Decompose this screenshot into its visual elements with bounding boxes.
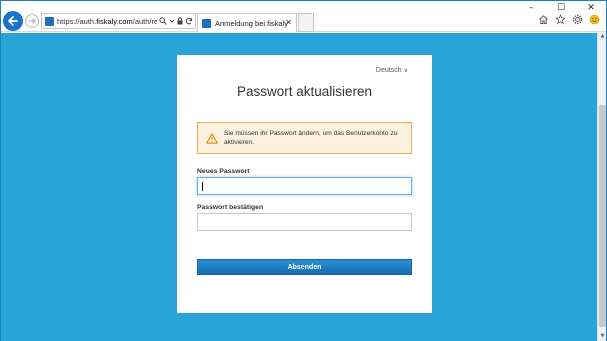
arrow-left-icon xyxy=(8,16,18,26)
new-password-label: Neues Passwort xyxy=(197,168,250,175)
close-tab-icon[interactable]: ✕ xyxy=(285,18,292,27)
scroll-down-icon[interactable]: ▼ xyxy=(598,333,607,341)
warning-alert: Sie müssen ihr Passwort ändern, um das B… xyxy=(197,122,412,154)
home-icon[interactable] xyxy=(538,14,549,25)
smiley-icon[interactable] xyxy=(589,14,600,25)
address-icons xyxy=(159,17,193,25)
text-caret xyxy=(202,182,203,191)
language-selector[interactable]: Deutsch ∨ xyxy=(376,67,408,74)
tab-active[interactable]: Anmeldung bei fiskaly ✕ xyxy=(197,13,297,32)
new-password-field[interactable] xyxy=(197,177,412,195)
address-bar[interactable]: https://auth.fiskaly.com/auth/realms/fis xyxy=(41,13,196,29)
refresh-icon[interactable] xyxy=(185,17,193,25)
address-url[interactable]: https://auth.fiskaly.com/auth/realms/fis xyxy=(57,17,157,26)
browser-toolbar: https://auth.fiskaly.com/auth/realms/fis… xyxy=(1,10,606,32)
scroll-up-icon[interactable]: ▲ xyxy=(598,33,607,41)
login-card: Deutsch ∨ Passwort aktualisieren Sie müs… xyxy=(177,55,432,313)
tab-label: Anmeldung bei fiskaly xyxy=(215,18,288,28)
browser-window: – ☐ ✕ https://auth.fiskaly.com/auth/real… xyxy=(0,0,607,341)
chevron-down-icon[interactable] xyxy=(169,17,175,25)
forward-button[interactable] xyxy=(25,14,39,28)
toolbar-right-icons xyxy=(538,14,600,25)
tab-favicon-icon xyxy=(202,18,211,28)
new-tab-button[interactable] xyxy=(298,13,314,32)
alert-message: Sie müssen ihr Passwort ändern, um das B… xyxy=(224,129,398,147)
page-title: Passwort aktualisieren xyxy=(236,84,373,99)
confirm-password-field[interactable] xyxy=(197,213,412,231)
search-icon[interactable] xyxy=(159,17,167,25)
page-viewport: Deutsch ∨ Passwort aktualisieren Sie müs… xyxy=(1,33,606,341)
scroll-thumb[interactable] xyxy=(599,105,606,327)
warning-icon xyxy=(206,132,218,144)
lock-icon[interactable] xyxy=(177,17,183,25)
star-icon[interactable] xyxy=(555,14,566,25)
back-button[interactable] xyxy=(3,11,23,31)
language-label: Deutsch xyxy=(375,67,402,74)
gear-icon[interactable] xyxy=(572,14,583,25)
vertical-scrollbar[interactable]: ▲ ▼ xyxy=(597,33,606,341)
confirm-password-label: Passwort bestätigen xyxy=(197,204,264,211)
submit-button[interactable]: Absenden xyxy=(197,259,412,275)
arrow-right-icon xyxy=(29,18,36,24)
site-favicon-icon xyxy=(45,16,54,26)
chevron-down-icon: ∨ xyxy=(403,68,408,74)
